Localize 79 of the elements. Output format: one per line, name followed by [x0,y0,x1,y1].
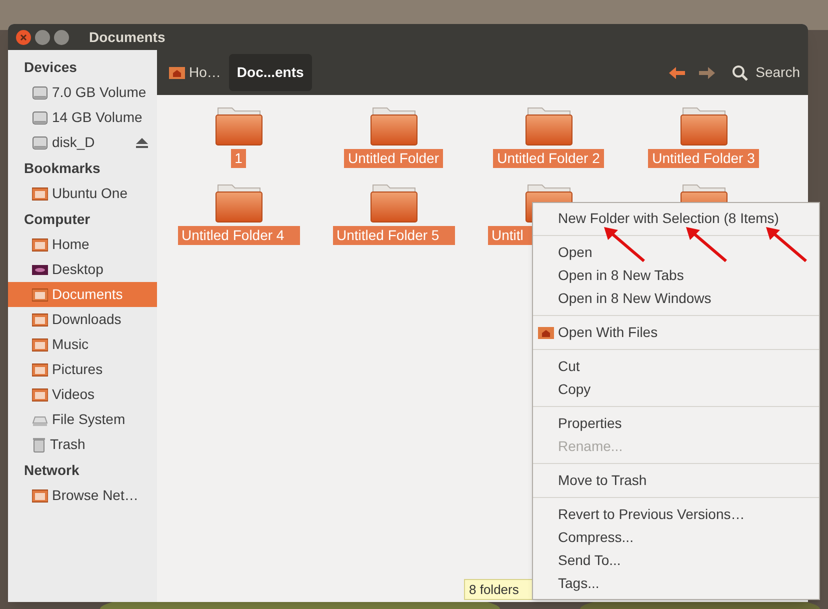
menu-item[interactable]: Move to Trash [533,469,819,492]
sidebar-heading: Computer [23,210,92,229]
close-icon [20,34,27,40]
folder-icon [370,183,418,223]
sidebar-heading: Bookmarks [23,158,102,178]
breadcrumb[interactable]: Doc...ents [228,54,312,91]
sidebar-item[interactable]: Desktop [8,257,157,282]
maximize-button[interactable] [54,30,69,44]
menu-item[interactable]: Open [533,241,819,264]
folder-icon [32,488,48,502]
sidebar-label: Ubuntu One [52,184,128,203]
drive-icon [32,84,48,100]
search-button[interactable]: Search [732,62,800,83]
sidebar-item[interactable]: Pictures [8,357,157,382]
sidebar-label: File System [52,410,126,429]
folder-icon [32,238,48,252]
sidebar-item[interactable]: Browse Net… [8,483,157,508]
annotation-arrow [604,227,646,263]
menu-item[interactable]: Send To... [533,549,819,572]
folder-icon [370,106,418,146]
menu-item[interactable]: Compress... [533,526,819,549]
minimize-button[interactable] [35,30,50,44]
folder-icon [32,288,48,302]
desktop-icon [32,262,48,276]
sidebar-item[interactable]: Home [8,232,157,257]
menu-item[interactable]: Open With Files [533,321,819,344]
sidebar-item[interactable]: disk_D [8,130,157,155]
close-button[interactable] [16,30,31,44]
breadcrumb[interactable]: Ho… [161,54,229,91]
menu-item[interactable]: Properties [533,412,819,435]
eject-icon[interactable] [135,136,149,148]
sidebar-label: Downloads [52,310,122,329]
trash-icon [32,436,46,452]
sidebar-heading: Devices [23,58,78,76]
drive-icon [32,134,48,150]
folder-icon [214,106,262,146]
back-arrow-icon[interactable] [668,66,686,80]
sidebar-item[interactable]: Ubuntu One [8,181,157,206]
sidebar-item[interactable]: 7.0 GB Volume [8,80,157,105]
sidebar-item[interactable]: 14 GB Volume [8,105,157,130]
sidebar-item[interactable]: Trash [8,432,157,457]
sidebar-item[interactable]: Music [8,332,157,357]
menu-item[interactable]: Revert to Previous Versions… [533,503,819,526]
forward-arrow-icon[interactable] [698,66,716,80]
folder-icon [32,338,48,352]
sidebar-label: Music [52,335,90,354]
sidebar-label: Documents [52,285,124,304]
sidebar-label: 14 GB Volume [52,108,144,127]
folder-icon [32,388,48,402]
folder-icon [32,362,48,376]
folder-icon [32,186,48,200]
annotation-arrow [766,227,808,263]
folder-icon [32,312,48,326]
sidebar-item[interactable]: Videos [8,382,157,407]
folder-icon [524,106,572,146]
sidebar-label: Trash [50,435,86,454]
sidebar-heading: Network [23,460,80,480]
folder-icon [214,183,262,223]
sidebar-label: Pictures [52,360,104,379]
home-folder-icon [169,66,185,80]
sidebar-label: 7.0 GB Volume [52,83,148,102]
sidebar-label: Desktop [52,260,104,279]
home-folder-icon [538,326,554,340]
sidebar-label: Browse Net… [52,486,140,505]
sidebar-label: Videos [52,385,96,404]
window-title: Documents [89,28,166,46]
search-icon [732,64,748,80]
menu-item[interactable]: Open in 8 New Tabs [533,264,819,287]
menu-item[interactable]: Cut [533,355,819,378]
sidebar-item[interactable]: File System [8,407,157,432]
annotation-arrow [686,227,728,263]
sidebar-label: disk_D [52,133,96,152]
menu-item[interactable]: Open in 8 New Windows [533,287,819,310]
sidebar-item[interactable]: Downloads [8,307,157,332]
menu-item[interactable]: New Folder with Selection (8 Items) [533,207,819,230]
menu-item[interactable]: Copy [533,378,819,401]
drive-icon [32,110,48,126]
folder-icon [680,106,728,146]
sidebar-label: Home [52,235,90,254]
